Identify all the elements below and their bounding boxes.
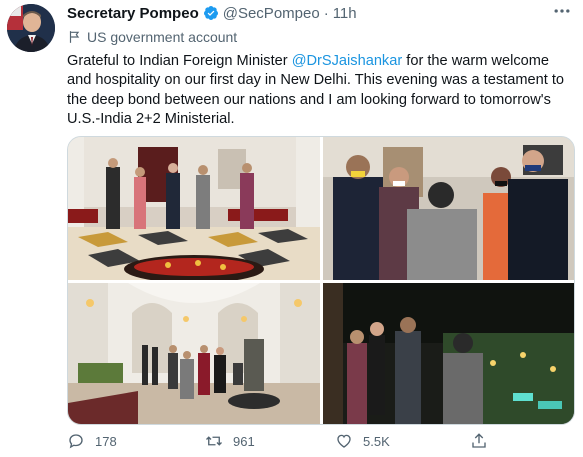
reply-count: 178: [95, 433, 117, 449]
action-bar: 178 961 5.5K: [67, 432, 567, 454]
share-icon: [472, 433, 486, 448]
avatar[interactable]: [7, 4, 55, 52]
verified-badge-icon: [203, 5, 219, 21]
reply-button[interactable]: 178: [67, 432, 117, 450]
heart-icon: [337, 434, 351, 448]
government-label-text: US government account: [87, 29, 238, 45]
separator: ·: [323, 4, 329, 22]
author-name[interactable]: Secretary Pompeo: [67, 5, 199, 22]
retweet-icon: [206, 436, 222, 446]
flag-icon: [69, 31, 80, 43]
photo-1[interactable]: [68, 137, 320, 280]
media-grid: [67, 136, 575, 425]
photo-3[interactable]: [68, 283, 320, 424]
like-button[interactable]: 5.5K: [335, 432, 390, 450]
tweet-time[interactable]: 11h: [333, 5, 357, 22]
author-handle[interactable]: @SecPompeo: [223, 5, 320, 22]
retweet-count: 961: [233, 433, 255, 449]
share-button[interactable]: [470, 432, 498, 450]
photo-4[interactable]: [323, 283, 574, 424]
like-count: 5.5K: [363, 433, 390, 449]
photo-2[interactable]: [323, 137, 574, 280]
mention-link[interactable]: @DrSJaishankar: [292, 53, 403, 69]
tweet-text: Grateful to Indian Foreign Minister @DrS…: [67, 52, 575, 130]
retweet-button[interactable]: 961: [205, 432, 255, 450]
tweet-text-start: Grateful to Indian Foreign Minister: [67, 53, 292, 69]
reply-icon: [69, 434, 83, 449]
government-label: US government account: [67, 29, 237, 45]
more-dots-icon[interactable]: [551, 1, 573, 21]
tweet-header: Secretary Pompeo @SecPompeo · 11h: [67, 3, 573, 23]
